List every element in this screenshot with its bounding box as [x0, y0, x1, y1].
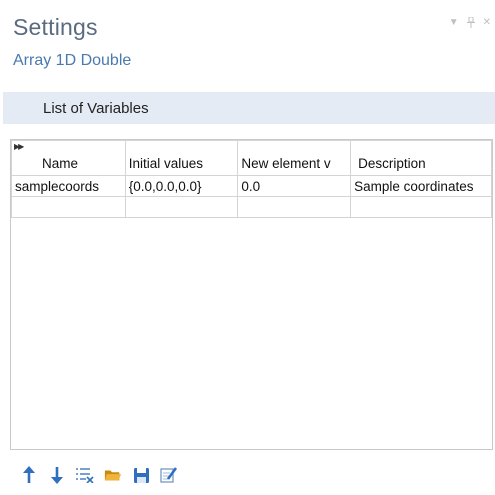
table-cell-description[interactable]	[350, 196, 492, 218]
section-header-list-of-variables[interactable]: List of Variables	[3, 92, 495, 124]
dropdown-arrow-icon[interactable]: ▼	[449, 17, 459, 31]
table-cell-initial-values[interactable]	[124, 196, 239, 218]
table-cell-name[interactable]	[11, 196, 126, 218]
column-header-name[interactable]: ▶▶ Name	[11, 140, 126, 176]
table-cell-new-element-value[interactable]	[237, 196, 352, 218]
move-down-icon[interactable]	[48, 466, 66, 484]
table-row-empty[interactable]	[11, 196, 492, 218]
pin-icon[interactable]	[466, 16, 475, 31]
section-label: List of Variables	[43, 100, 149, 117]
table-cell-initial-values[interactable]: {0.0,0.0,0.0}	[124, 175, 239, 197]
table-cell-description[interactable]: Sample coordinates	[350, 175, 492, 197]
clear-table-icon[interactable]	[76, 466, 94, 484]
expand-columns-icon[interactable]: ▶▶	[14, 142, 24, 151]
table-cell-new-element-value[interactable]: 0.0	[237, 175, 352, 197]
edit-icon[interactable]	[160, 466, 178, 484]
page-title: Settings	[13, 14, 98, 40]
save-icon[interactable]	[132, 466, 150, 484]
variables-table: ▶▶ Name Initial values New element v Des…	[11, 140, 492, 218]
column-header-new-element-value[interactable]: New element v	[237, 140, 352, 176]
table-row[interactable]: samplecoords {0.0,0.0,0.0} 0.0 Sample co…	[11, 175, 492, 197]
page-subtitle: Array 1D Double	[13, 52, 132, 69]
variables-table-frame: ▶▶ Name Initial values New element v Des…	[10, 139, 493, 450]
column-header-initial-values[interactable]: Initial values	[124, 140, 239, 176]
move-up-icon[interactable]	[20, 466, 38, 484]
close-icon[interactable]: ✕	[483, 17, 491, 31]
table-toolbar	[20, 466, 178, 484]
open-folder-icon[interactable]	[104, 466, 122, 484]
settings-panel: Settings Array 1D Double ▼ ✕ List of Var…	[0, 0, 495, 495]
table-cell-name[interactable]: samplecoords	[11, 175, 126, 197]
table-header-row: ▶▶ Name Initial values New element v Des…	[11, 140, 492, 176]
column-header-description[interactable]: Description	[350, 140, 492, 176]
window-controls: ▼ ✕	[449, 16, 491, 31]
